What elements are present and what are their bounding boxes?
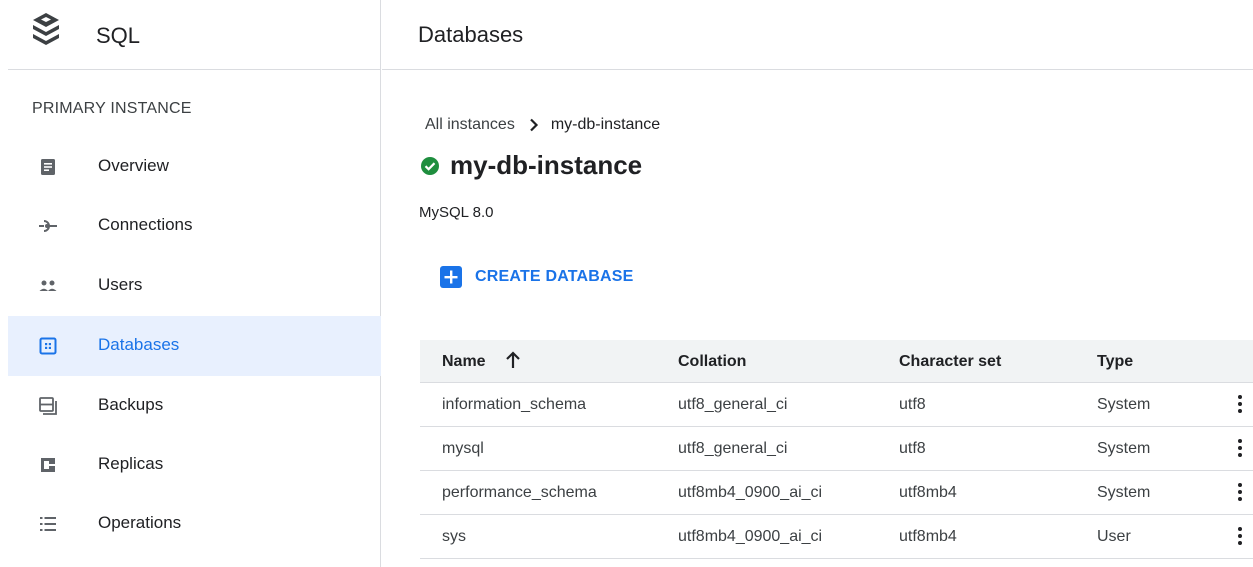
cell-name: information_schema	[442, 396, 587, 413]
cell-name: mysql	[442, 440, 484, 457]
connections-icon	[39, 220, 57, 232]
column-header-name[interactable]: Name	[442, 353, 486, 371]
page-header: Databases	[382, 0, 1253, 70]
cell-type: System	[1097, 484, 1151, 501]
sql-logo-icon	[33, 13, 59, 45]
sidebar-item-replicas[interactable]: Replicas	[8, 435, 381, 495]
sidebar-item-backups[interactable]: Backups	[8, 376, 381, 436]
arrow-up-icon[interactable]	[504, 350, 522, 370]
breadcrumb-all-instances[interactable]: All instances	[425, 116, 515, 134]
cell-type: System	[1097, 440, 1151, 457]
cell-collation: utf8mb4_0900_ai_ci	[678, 528, 823, 545]
instance-title: my-db-instance	[420, 150, 642, 181]
table-row: sys utf8mb4_0900_ai_ci utf8mb4 User	[420, 515, 1253, 559]
more-vert-icon[interactable]	[1230, 481, 1250, 505]
backups-icon	[39, 397, 57, 415]
column-header-character-set[interactable]: Character set	[899, 353, 1001, 371]
users-icon	[39, 280, 57, 291]
database-version: MySQL 8.0	[419, 204, 494, 221]
sidebar-item-label: Backups	[98, 395, 164, 414]
cell-charset: utf8	[899, 396, 926, 413]
more-vert-icon[interactable]	[1230, 525, 1250, 549]
sidebar: SQL PRIMARY INSTANCE Overview Connection…	[0, 0, 381, 567]
cell-name: sys	[442, 528, 466, 545]
column-header-type[interactable]: Type	[1097, 353, 1133, 371]
databases-icon	[39, 337, 57, 355]
cell-charset: utf8mb4	[899, 528, 957, 545]
sidebar-item-label: Connections	[98, 215, 193, 234]
more-vert-icon[interactable]	[1230, 437, 1250, 461]
sidebar-item-label: Replicas	[98, 454, 164, 473]
page-title: Databases	[418, 22, 524, 47]
create-database-button[interactable]: CREATE DATABASE	[440, 266, 634, 288]
chevron-right-icon	[530, 118, 538, 132]
cell-type: User	[1097, 528, 1131, 545]
breadcrumb-current: my-db-instance	[550, 116, 661, 133]
instance-name: my-db-instance	[450, 150, 643, 180]
table-header: Name Collation Character set Type	[420, 340, 1253, 383]
sidebar-item-label: Users	[98, 275, 143, 294]
cell-charset: utf8	[899, 440, 926, 457]
sidebar-item-label: Databases	[98, 335, 180, 354]
cell-collation: utf8_general_ci	[678, 396, 788, 413]
cell-name: performance_schema	[442, 484, 597, 501]
sidebar-item-overview[interactable]: Overview	[8, 137, 381, 197]
cell-collation: utf8_general_ci	[678, 440, 788, 457]
sidebar-header: SQL	[8, 0, 381, 70]
databases-table: Name Collation Character set Type inform…	[420, 340, 1253, 559]
sidebar-item-label: Operations	[98, 513, 182, 532]
table-row: performance_schema utf8mb4_0900_ai_ci ut…	[420, 471, 1253, 515]
breadcrumb: All instances my-db-instance	[425, 116, 660, 134]
column-header-collation[interactable]: Collation	[678, 353, 746, 371]
cell-charset: utf8mb4	[899, 484, 957, 501]
sidebar-item-operations[interactable]: Operations	[8, 494, 381, 554]
add-icon	[440, 266, 462, 288]
sidebar-item-label: Overview	[98, 156, 169, 175]
check-circle-icon	[421, 156, 439, 175]
table-row: information_schema utf8_general_ci utf8 …	[420, 383, 1253, 427]
table-row: mysql utf8_general_ci utf8 System	[420, 427, 1253, 471]
sidebar-item-users[interactable]: Users	[8, 256, 381, 316]
sidebar-item-connections[interactable]: Connections	[8, 196, 381, 256]
cell-collation: utf8mb4_0900_ai_ci	[678, 484, 823, 501]
replicas-icon	[41, 458, 55, 472]
create-database-label: CREATE DATABASE	[475, 268, 634, 285]
sidebar-item-databases[interactable]: Databases	[8, 316, 381, 376]
overview-icon	[41, 159, 55, 175]
section-title: PRIMARY INSTANCE	[32, 100, 192, 117]
operations-icon	[40, 517, 56, 531]
more-vert-icon[interactable]	[1230, 393, 1250, 417]
cell-type: System	[1097, 396, 1151, 413]
app-title: SQL	[96, 23, 141, 48]
